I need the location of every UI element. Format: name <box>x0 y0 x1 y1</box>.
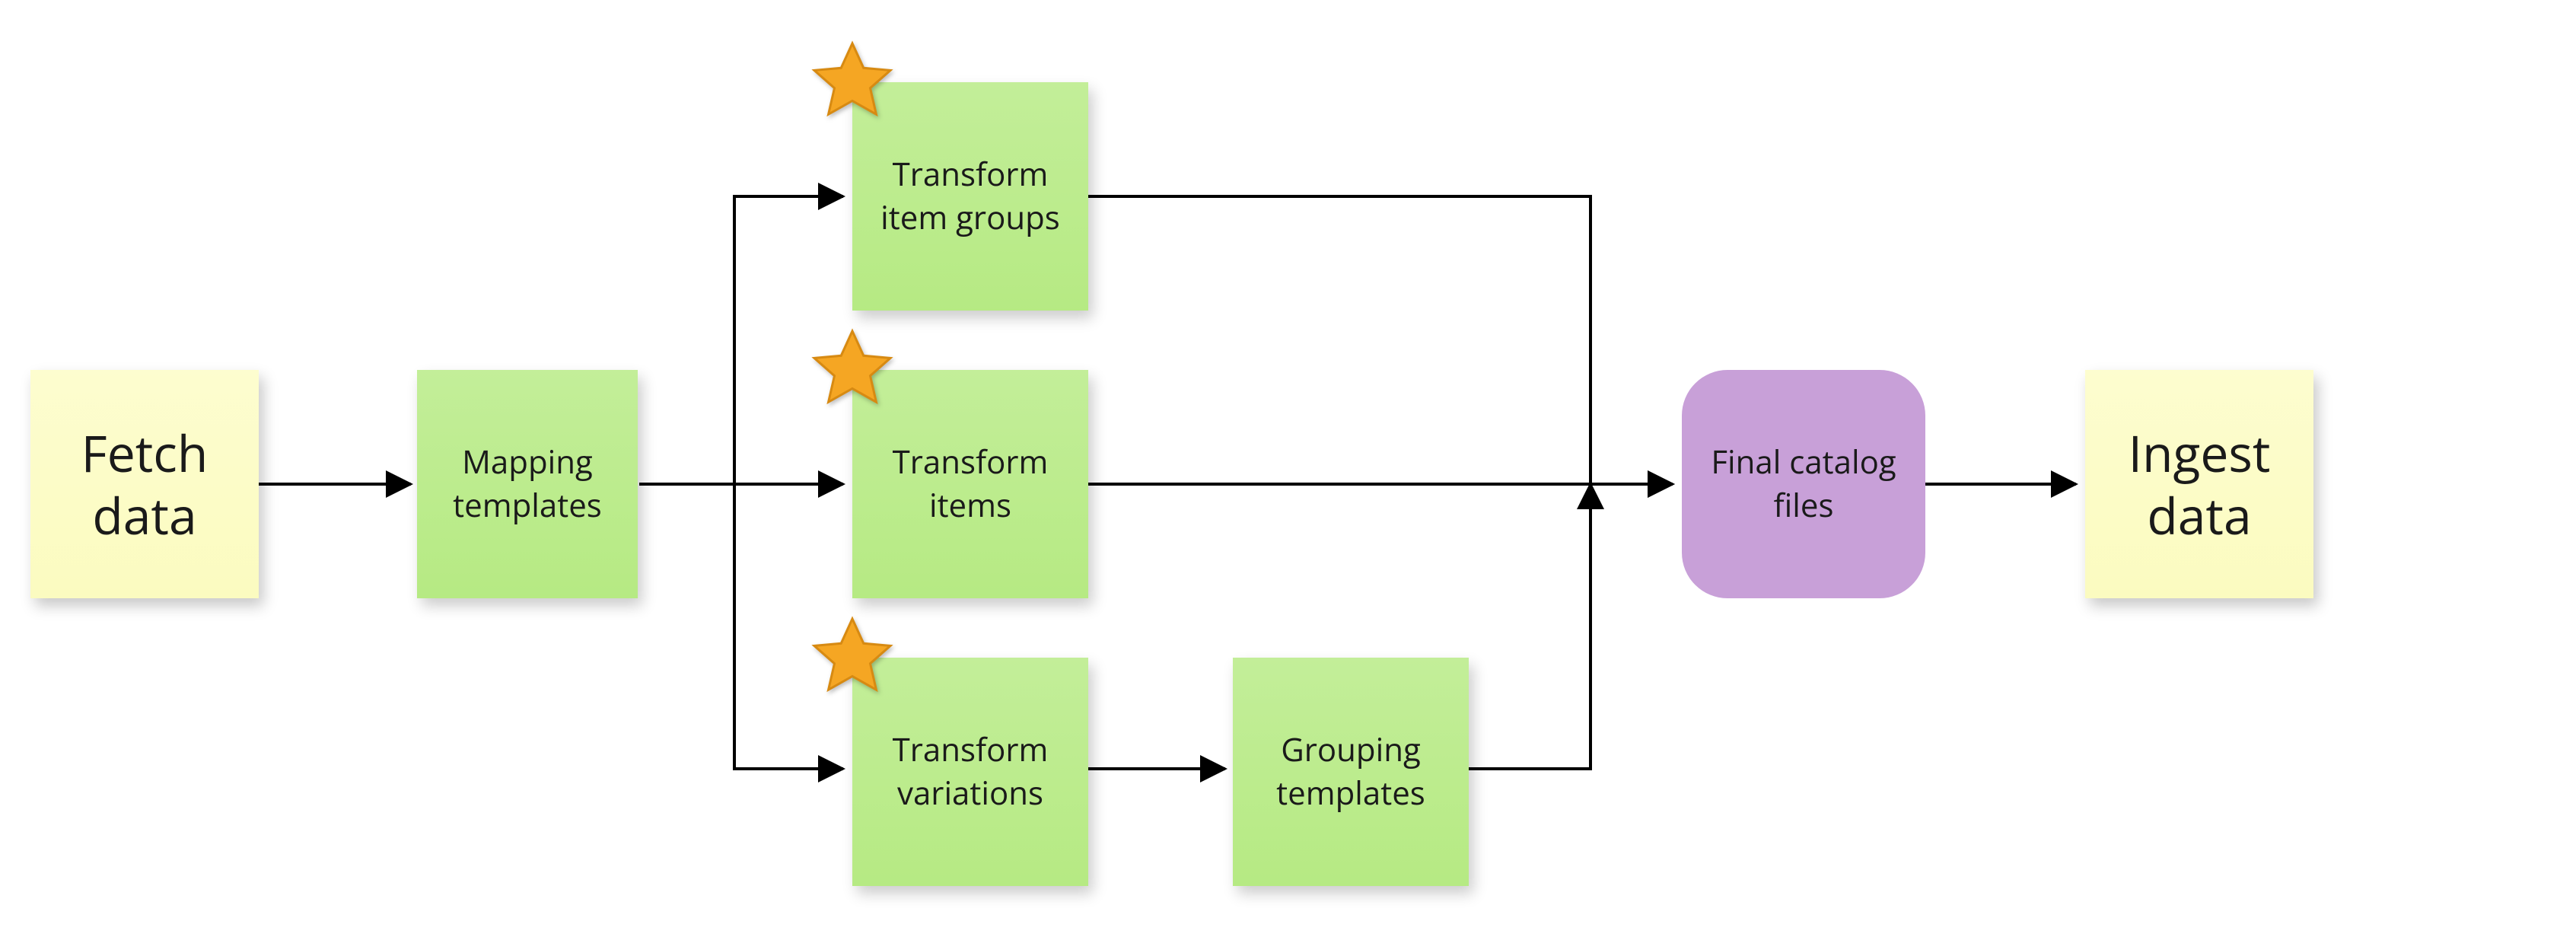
node-final-catalog-files: Final catalog files <box>1682 370 1925 598</box>
edge-item-groups-to-final <box>1088 196 1673 484</box>
node-mapping-templates: Mapping templates <box>417 370 638 598</box>
node-label: Transform items <box>861 441 1079 527</box>
node-label: Final catalog files <box>1691 441 1916 527</box>
edge-grouping-to-final <box>1469 484 1590 769</box>
node-transform-variations: Transform variations <box>852 658 1088 886</box>
node-fetch-data: Fetch data <box>30 370 259 598</box>
node-grouping-templates: Grouping templates <box>1233 658 1469 886</box>
node-label: Grouping templates <box>1242 728 1460 814</box>
node-label: Ingest data <box>2094 422 2304 547</box>
node-transform-item-groups: Transform item groups <box>852 82 1088 311</box>
node-label: Fetch data <box>40 422 250 547</box>
diagram-canvas: Fetch data Mapping templates Transform i… <box>0 0 2576 937</box>
node-label: Transform item groups <box>861 153 1079 239</box>
node-label: Mapping templates <box>426 441 629 527</box>
node-transform-items: Transform items <box>852 370 1088 598</box>
node-label: Transform variations <box>861 728 1079 814</box>
edge-mapping-to-transform-item-groups <box>734 196 843 484</box>
edge-mapping-to-transform-variations <box>734 484 843 769</box>
node-ingest-data: Ingest data <box>2085 370 2313 598</box>
